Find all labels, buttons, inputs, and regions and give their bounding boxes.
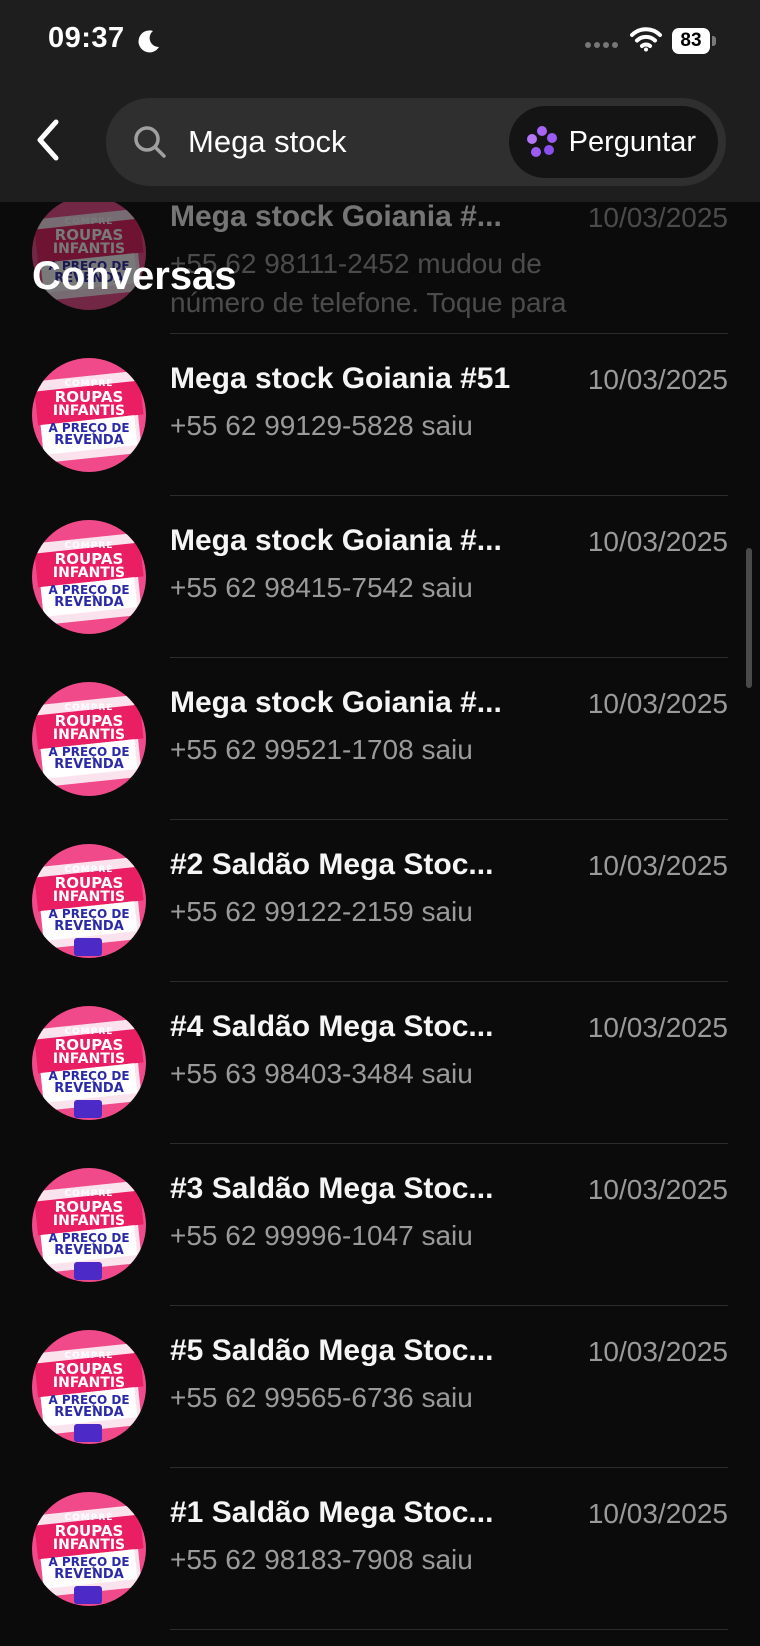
conversation-date: 10/03/2025 [587,1336,728,1367]
conversation-preview: +55 62 98415-7542 saiu [170,572,473,603]
conversation-date: 10/03/2025 [587,526,728,557]
section-heading: Conversas [32,254,237,298]
conversation-date: 10/03/2025 [587,364,728,395]
conversation-preview: +55 62 98183-7908 saiu [170,1544,473,1575]
group-avatar: COMPRE ROUPAS INFANTIS A PREÇO DE REVEND… [32,358,146,472]
search-input[interactable] [188,112,488,172]
conversation-title: Mega stock Goiania #51 [170,362,511,395]
conversation-title: Mega stock Goiania #... [170,686,502,719]
group-avatar: COMPRE ROUPAS INFANTIS A PREÇO DE REVEND… [32,1492,146,1606]
conversation-preview: +55 62 99129-5828 saiu [170,410,473,441]
conversation-title: Mega stock Goiania #... [170,200,502,233]
ask-label: Perguntar [568,125,696,158]
conversation-list[interactable]: COMPRE ROUPAS INFANTIS A PREÇO DE REVEND… [0,0,760,1646]
signal-icon [585,42,618,48]
conversation-date: 10/03/2025 [587,850,728,881]
conversation-preview: +55 63 98403-3484 saiu [170,1058,473,1089]
conversation-title: #1 Saldão Mega Stoc... [170,1496,494,1529]
conversation-row[interactable]: COMPRE ROUPAS INFANTIS A PREÇO DE REVEND… [0,1306,760,1468]
scrollbar[interactable] [746,548,752,688]
group-avatar: COMPRE ROUPAS INFANTIS A PREÇO DE REVEND… [32,520,146,634]
conversation-row[interactable]: COMPRE ROUPAS INFANTIS A PREÇO DE REVEND… [0,334,760,496]
conversation-preview: +55 62 99565-6736 saiu [170,1382,473,1413]
group-avatar: COMPRE ROUPAS INFANTIS A PREÇO DE REVEND… [32,682,146,796]
conversation-row[interactable]: COMPRE ROUPAS INFANTIS A PREÇO DE REVEND… [0,1144,760,1306]
conversation-preview: +55 62 99996-1047 saiu [170,1220,473,1251]
conversation-preview: +55 62 99122-2159 saiu [170,896,473,927]
conversation-row[interactable]: COMPRE ROUPAS INFANTIS A PREÇO DE REVEND… [0,1468,760,1630]
search-icon [134,126,166,158]
conversation-preview: +55 62 99521-1708 saiu [170,734,473,765]
conversation-title: #3 Saldão Mega Stoc... [170,1172,494,1205]
conversation-date: 10/03/2025 [587,1498,728,1529]
battery-level: 83 [672,28,710,54]
group-avatar: COMPRE ROUPAS INFANTIS A PREÇO DE REVEND… [32,1168,146,1282]
ask-button[interactable]: Perguntar [508,106,718,178]
battery-icon: 83 [672,28,716,54]
status-time: 09:37 [48,22,125,54]
back-arrow-icon [37,119,59,161]
conversation-title: Mega stock Goiania #... [170,524,502,557]
conversation-row[interactable]: COMPRE ROUPAS INFANTIS A PREÇO DE REVEND… [0,820,760,982]
conversation-date: 10/03/2025 [587,1012,728,1043]
back-button[interactable] [26,112,70,168]
conversation-date: 10/03/2025 [587,202,728,233]
conversation-row[interactable]: COMPRE ROUPAS INFANTIS A PREÇO DE REVEND… [0,496,760,658]
moon-icon [138,30,159,53]
group-avatar: COMPRE ROUPAS INFANTIS A PREÇO DE REVEND… [32,1006,146,1120]
conversation-title: #5 Saldão Mega Stoc... [170,1334,494,1367]
row-divider [170,1629,728,1630]
search-bar[interactable]: Perguntar [106,98,726,186]
conversation-title: #4 Saldão Mega Stoc... [170,1010,494,1043]
conversation-row[interactable]: COMPRE ROUPAS INFANTIS A PREÇO DE REVEND… [0,658,760,820]
group-avatar: COMPRE ROUPAS INFANTIS A PREÇO DE REVEND… [32,1330,146,1444]
conversation-title: #2 Saldão Mega Stoc... [170,848,494,881]
conversation-row[interactable]: COMPRE ROUPAS INFANTIS A PREÇO DE REVEND… [0,982,760,1144]
conversation-date: 10/03/2025 [587,688,728,719]
conversation-date: 10/03/2025 [587,1174,728,1205]
sparkle-icon [526,126,557,157]
wifi-icon [630,27,662,52]
group-avatar: COMPRE ROUPAS INFANTIS A PREÇO DE REVEND… [32,844,146,958]
top-bar: 09:37 83 Mega stock Perguntar [0,0,760,202]
